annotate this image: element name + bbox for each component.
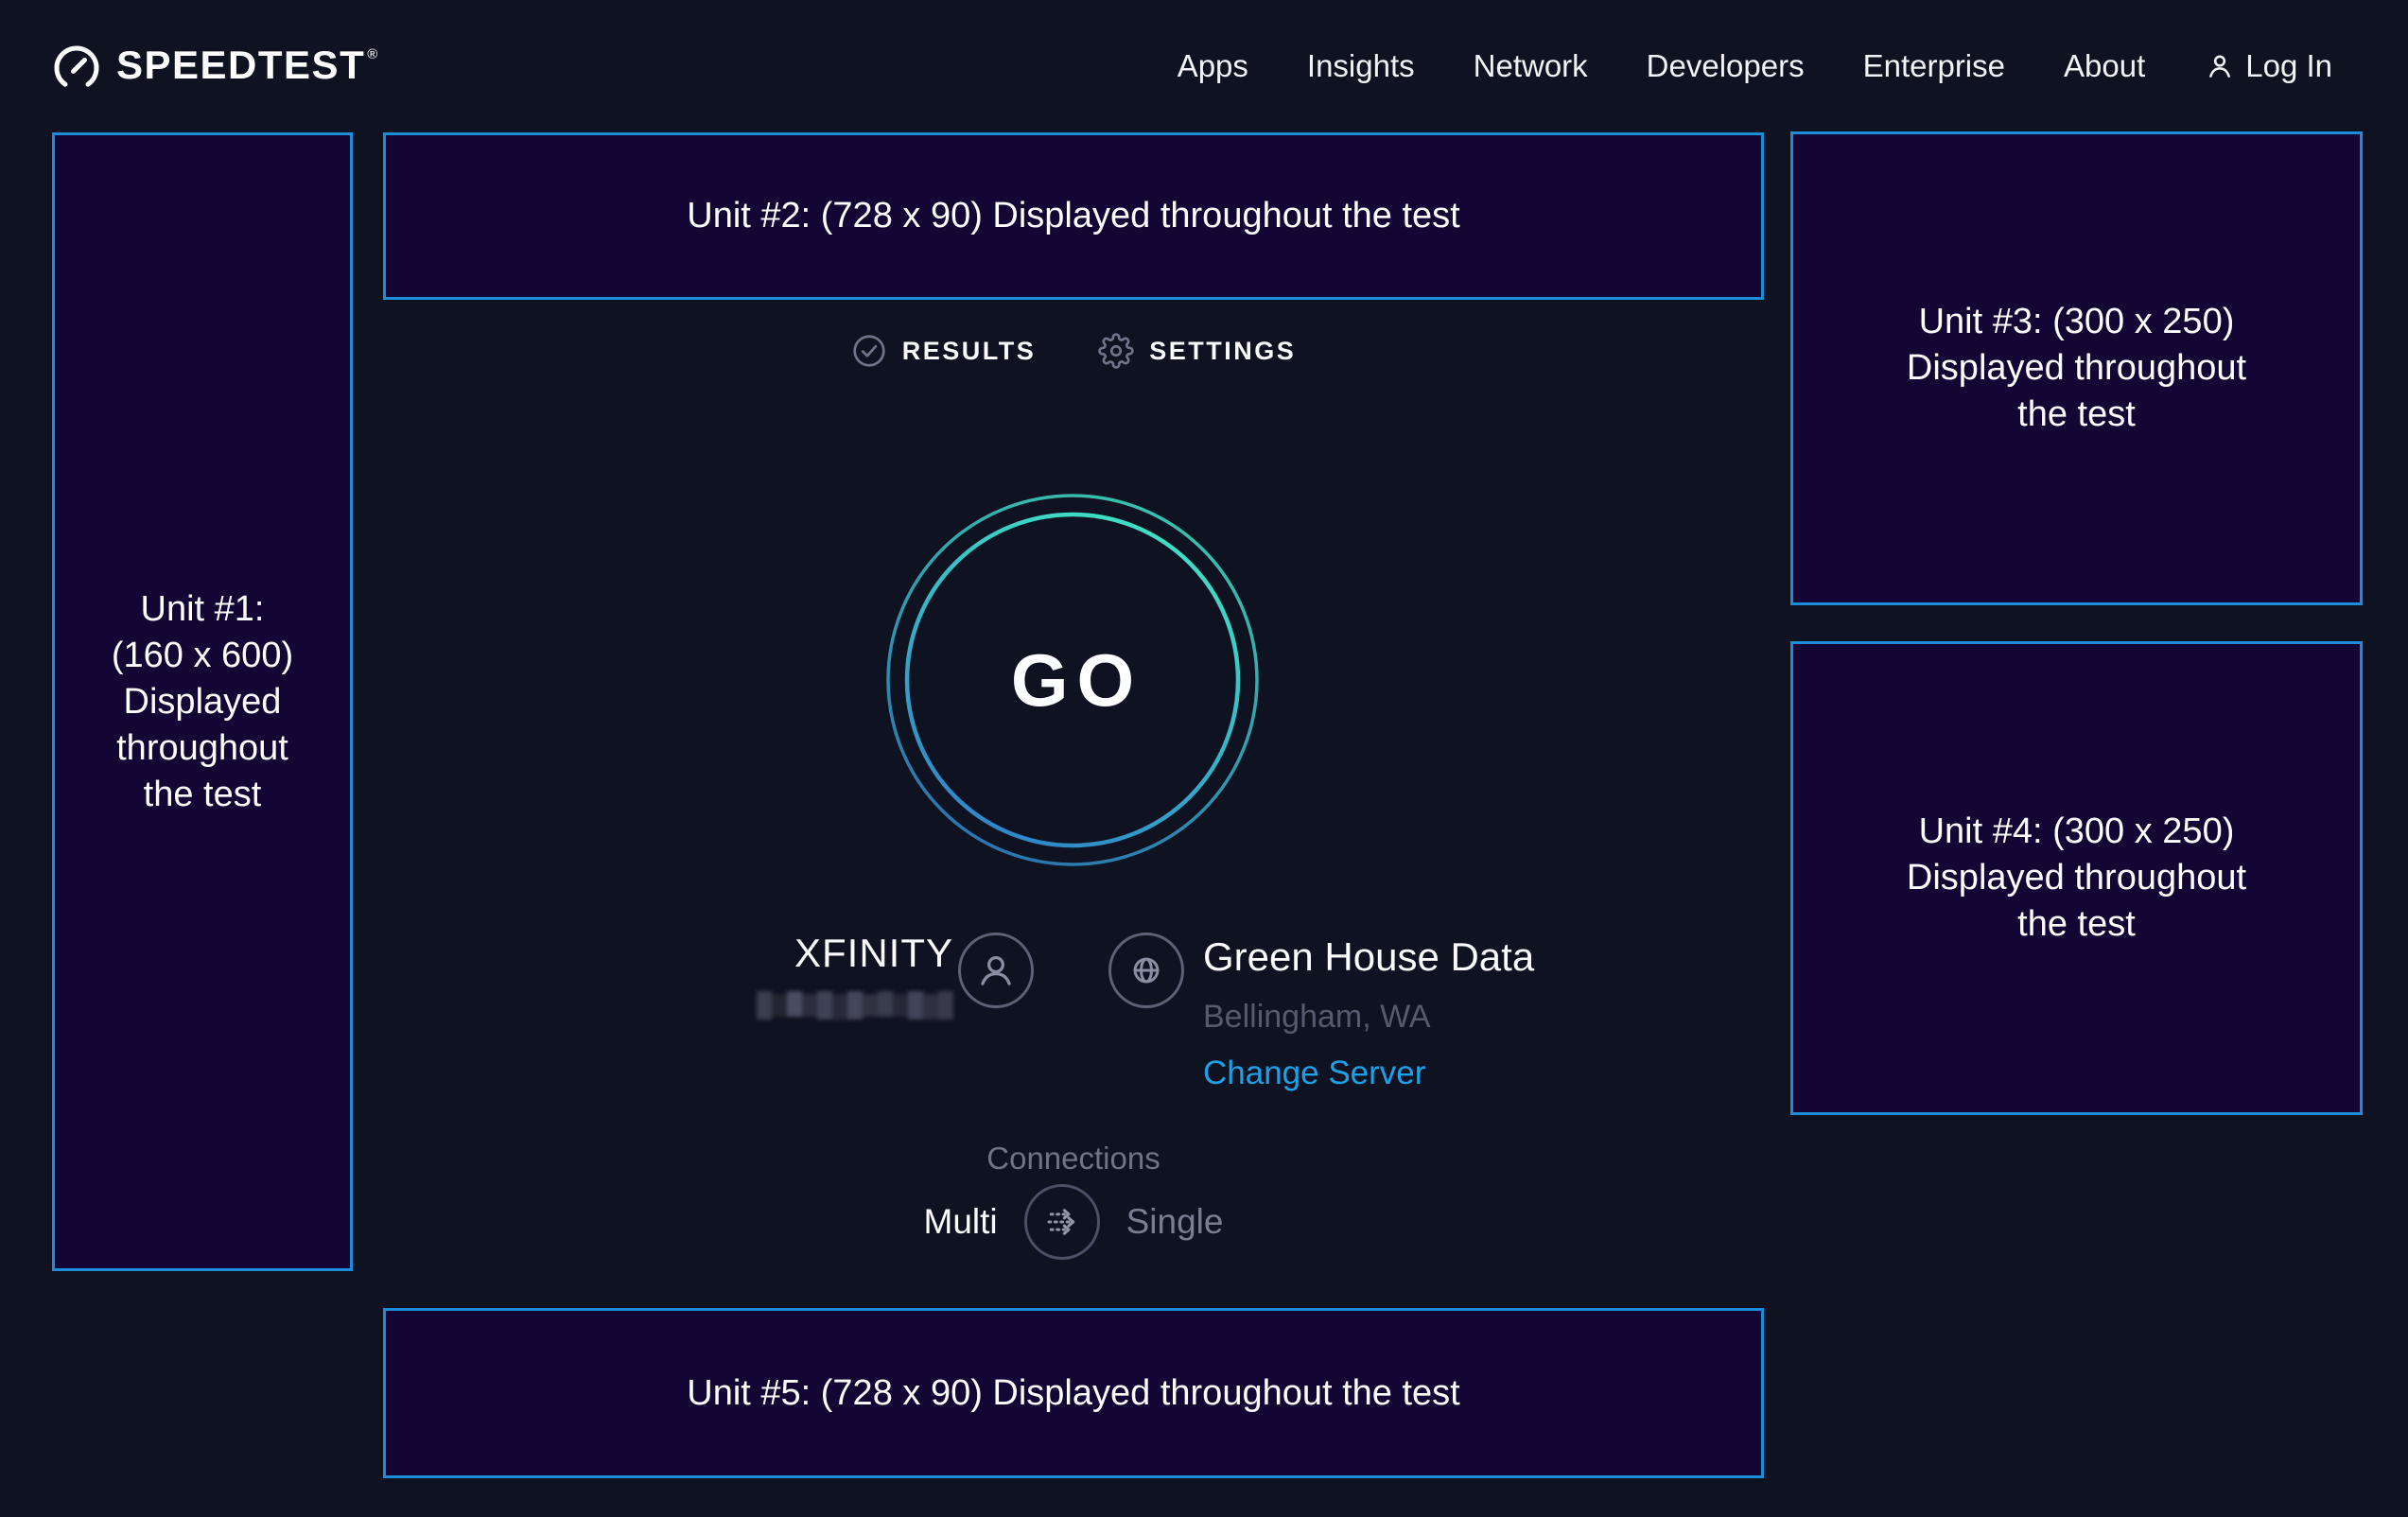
speedtest-page: SPEEDTEST® Apps Insights Network Develop…	[0, 0, 2408, 1517]
ad-unit-4-rectangle[interactable]: Unit #4: (300 x 250)Displayed throughout…	[1790, 641, 2363, 1115]
brand-trademark: ®	[367, 46, 377, 62]
parallel-arrows-icon	[1036, 1195, 1089, 1248]
server-info: Green House Data Bellingham, WA Change S…	[1203, 934, 1534, 1092]
tab-settings[interactable]: SETTINGS	[1098, 333, 1296, 369]
ad-text-line: Unit #5: (728 x 90) Displayed throughout…	[687, 1370, 1459, 1417]
user-icon	[2204, 50, 2236, 82]
server-name: Green House Data	[1203, 934, 1534, 980]
ad-text-line: Unit #4: (300 x 250)	[1907, 809, 2246, 855]
check-circle-icon	[851, 333, 887, 369]
ad-text-line: throughout	[112, 725, 293, 772]
ad-text-line: the test	[112, 772, 293, 818]
nav-item-developers[interactable]: Developers	[1647, 48, 1805, 84]
speedometer-gauge-icon	[52, 43, 101, 92]
connections-multi-option[interactable]: Multi	[924, 1202, 998, 1242]
ad-text-line: Displayed throughout	[1907, 345, 2246, 392]
nav-item-about[interactable]: About	[2064, 48, 2145, 84]
tab-results-label: RESULTS	[902, 337, 1037, 366]
ad-text-line: Unit #2: (728 x 90) Displayed throughout…	[687, 193, 1459, 239]
ad-text-line: Unit #1:	[112, 586, 293, 633]
ad-text-line: Displayed throughout	[1907, 855, 2246, 901]
nav-item-network[interactable]: Network	[1474, 48, 1588, 84]
ad-text-line: Unit #3: (300 x 250)	[1907, 299, 2246, 345]
brand-name: SPEEDTEST	[116, 43, 365, 87]
ad-text-line: Displayed	[112, 679, 293, 725]
go-button[interactable]: GO	[883, 491, 1262, 869]
login-button[interactable]: Log In	[2204, 48, 2332, 84]
tab-settings-label: SETTINGS	[1149, 337, 1296, 366]
nav-item-apps[interactable]: Apps	[1178, 48, 1248, 84]
login-label: Log In	[2245, 48, 2332, 84]
server-globe-circle-icon[interactable]	[1108, 933, 1184, 1008]
top-nav-bar: SPEEDTEST® Apps Insights Network Develop…	[0, 0, 2408, 132]
ad-text-line: (160 x 600)	[112, 633, 293, 679]
change-server-link[interactable]: Change Server	[1203, 1055, 1534, 1092]
connections-single-option[interactable]: Single	[1126, 1202, 1224, 1242]
user-icon	[971, 946, 1021, 995]
isp-name: XFINITY	[653, 931, 953, 976]
globe-icon	[1122, 946, 1171, 995]
ad-unit-1-skyscraper[interactable]: Unit #1:(160 x 600)Displayedthroughoutth…	[52, 132, 353, 1271]
gear-icon	[1098, 333, 1134, 369]
main-nav: Apps Insights Network Developers Enterpr…	[1178, 48, 2332, 84]
connection-mode-toggle-button[interactable]	[1024, 1184, 1100, 1260]
speedtest-logo[interactable]: SPEEDTEST®	[52, 41, 377, 92]
nav-item-insights[interactable]: Insights	[1307, 48, 1415, 84]
ad-unit-5-leaderboard[interactable]: Unit #5: (728 x 90) Displayed throughout…	[383, 1308, 1764, 1478]
connections-label: Connections	[383, 1141, 1764, 1177]
ad-text-line: the test	[1907, 392, 2246, 438]
redacted-ip-mosaic	[757, 991, 953, 1020]
nav-item-enterprise[interactable]: Enterprise	[1863, 48, 2005, 84]
go-label: GO	[883, 491, 1262, 869]
isp-user-circle-icon	[958, 933, 1034, 1008]
ad-text-line: the test	[1907, 901, 2246, 948]
ad-unit-3-rectangle[interactable]: Unit #3: (300 x 250)Displayed throughout…	[1790, 131, 2363, 605]
server-location: Bellingham, WA	[1203, 999, 1534, 1036]
connections-toggle: Multi Single	[383, 1184, 1764, 1260]
tab-results[interactable]: RESULTS	[851, 333, 1037, 369]
isp-info: XFINITY	[653, 931, 953, 1024]
ad-unit-2-leaderboard[interactable]: Unit #2: (728 x 90) Displayed throughout…	[383, 132, 1764, 300]
results-settings-tabs: RESULTS SETTINGS	[383, 333, 1764, 369]
